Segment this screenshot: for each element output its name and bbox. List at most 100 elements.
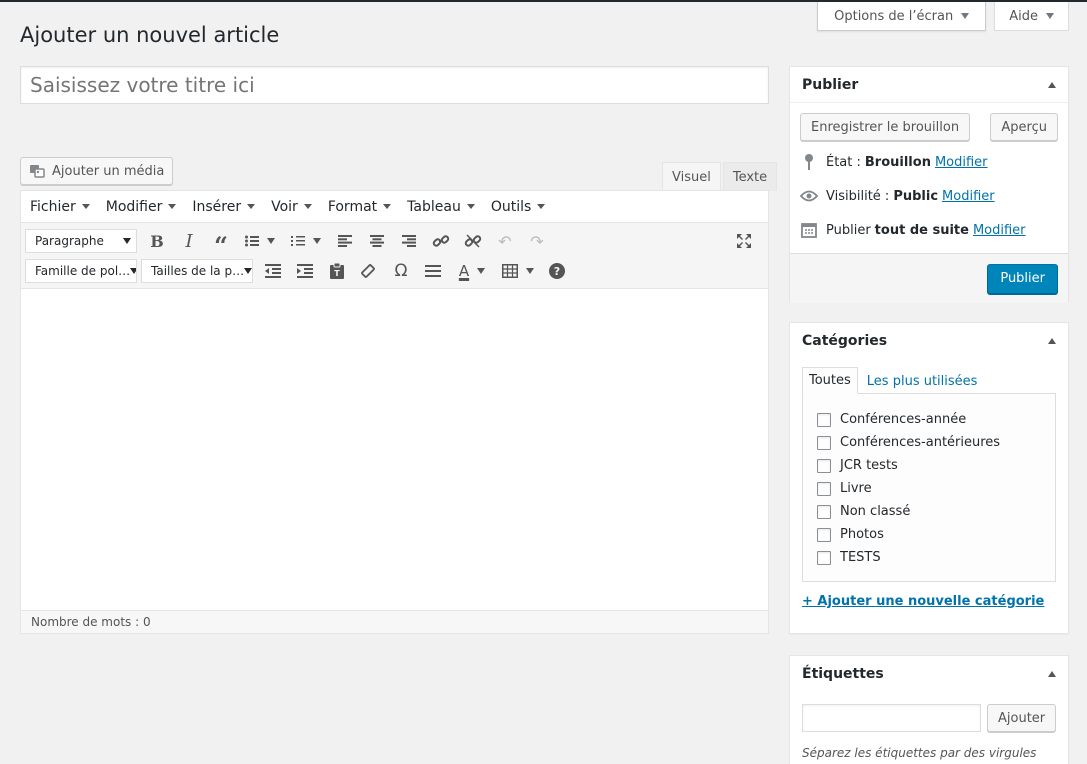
list-item[interactable]: Livre xyxy=(817,477,1055,500)
fullscreen-icon[interactable] xyxy=(728,227,760,255)
category-checkbox[interactable] xyxy=(817,527,831,542)
help-icon[interactable]: ? xyxy=(541,257,573,285)
indent-icon[interactable] xyxy=(289,257,321,285)
add-new-category-link[interactable]: + Ajouter une nouvelle catégorie xyxy=(790,582,1068,609)
chevron-down-icon xyxy=(526,268,534,274)
edit-visibility-link[interactable]: Modifier xyxy=(942,189,995,204)
link-icon[interactable] xyxy=(425,227,457,255)
numbered-list-icon[interactable] xyxy=(283,227,329,255)
tab-text[interactable]: Texte xyxy=(722,162,778,191)
redo-icon[interactable]: ↷ xyxy=(521,227,553,255)
clear-formatting-icon[interactable] xyxy=(353,257,385,285)
undo-icon[interactable]: ↶ xyxy=(489,227,521,255)
list-item[interactable]: Conférences-antérieures xyxy=(817,431,1055,454)
publish-box: Publier Enregistrer le brouillon Aperçu … xyxy=(789,66,1069,303)
align-right-icon[interactable] xyxy=(393,227,425,255)
help-button[interactable]: Aide xyxy=(994,2,1069,31)
add-media-button[interactable]: Ajouter un média xyxy=(20,157,174,185)
horizontal-line-icon[interactable] xyxy=(417,257,449,285)
align-left-icon[interactable] xyxy=(329,227,361,255)
chevron-down-icon xyxy=(244,268,252,274)
categories-box-header[interactable]: Catégories xyxy=(790,323,1068,359)
table-icon[interactable] xyxy=(495,257,541,285)
chevron-down-icon xyxy=(168,204,177,209)
save-draft-button[interactable]: Enregistrer le brouillon xyxy=(800,113,971,141)
list-item[interactable]: JCR tests xyxy=(817,454,1055,477)
format-select[interactable]: Paragraphe xyxy=(25,229,137,253)
category-label: TESTS xyxy=(840,550,881,565)
category-checkbox[interactable] xyxy=(817,550,831,565)
add-tag-button[interactable]: Ajouter xyxy=(987,704,1057,732)
tags-box: Étiquettes Ajouter Séparez les étiquette… xyxy=(789,655,1069,764)
post-title-input[interactable] xyxy=(20,66,769,104)
category-checkbox[interactable] xyxy=(817,458,831,473)
post-editor: Fichier Modifier Insérer Voir Format Tab… xyxy=(20,190,769,634)
category-tabs: Toutes Les plus utilisées xyxy=(790,359,1068,394)
new-tag-input[interactable] xyxy=(802,704,981,732)
status-label: État : xyxy=(826,154,861,170)
unlink-glyph xyxy=(464,234,482,248)
list-item[interactable]: Photos xyxy=(817,523,1055,546)
menu-view-label: Voir xyxy=(271,198,298,215)
collapse-arrow-icon[interactable] xyxy=(1048,671,1056,677)
category-checkbox[interactable] xyxy=(817,435,831,450)
list-item[interactable]: TESTS xyxy=(817,546,1055,569)
tab-popular-categories[interactable]: Les plus utilisées xyxy=(858,369,984,394)
post-status-row: État : Brouillon Modifier xyxy=(790,145,1068,179)
visibility-value: Public xyxy=(893,188,939,204)
chevron-down-icon xyxy=(303,204,312,209)
category-label: Photos xyxy=(840,527,884,542)
menu-file[interactable]: Fichier xyxy=(30,199,90,215)
category-checkbox[interactable] xyxy=(817,412,831,427)
list-item[interactable]: Conférences-année xyxy=(817,408,1055,431)
outdent-icon[interactable] xyxy=(257,257,289,285)
list-item[interactable]: Non classé xyxy=(817,500,1055,523)
text-color-icon[interactable]: A xyxy=(449,257,495,285)
publish-major-actions: Publier xyxy=(790,253,1068,303)
collapse-arrow-icon[interactable] xyxy=(1048,338,1056,344)
font-family-select[interactable]: Famille de pol… xyxy=(25,259,137,283)
menu-edit[interactable]: Modifier xyxy=(106,199,177,215)
category-checkbox[interactable] xyxy=(817,504,831,519)
align-center-icon[interactable] xyxy=(361,227,393,255)
horizontal-line-glyph xyxy=(425,265,441,277)
chevron-down-icon xyxy=(313,238,321,244)
special-character-icon[interactable]: Ω xyxy=(385,257,417,285)
add-media-label: Ajouter un média xyxy=(52,163,165,179)
eye-icon xyxy=(800,190,818,202)
visibility-row: Visibilité : Public Modifier xyxy=(790,179,1068,213)
publish-button[interactable]: Publier xyxy=(987,263,1058,294)
menu-file-label: Fichier xyxy=(30,198,76,215)
menu-insert[interactable]: Insérer xyxy=(192,199,256,215)
publish-box-header[interactable]: Publier xyxy=(790,67,1068,103)
menu-format[interactable]: Format xyxy=(328,199,392,215)
editor-content-area[interactable] xyxy=(21,289,768,610)
categories-box-title: Catégories xyxy=(802,333,888,349)
page-title: Ajouter un nouvel article xyxy=(20,23,280,47)
tab-all-categories[interactable]: Toutes xyxy=(802,367,858,394)
font-size-select[interactable]: Tailles de la p… xyxy=(141,259,253,283)
unlink-icon[interactable] xyxy=(457,227,489,255)
bullet-list-icon[interactable] xyxy=(237,227,283,255)
collapse-arrow-icon[interactable] xyxy=(1048,81,1056,88)
tag-hint: Séparez les étiquettes par des virgules xyxy=(802,746,1037,760)
tab-visual[interactable]: Visuel xyxy=(662,162,721,191)
blockquote-icon[interactable]: “ xyxy=(205,227,237,260)
chevron-down-icon xyxy=(123,238,131,244)
screen-options-button[interactable]: Options de l’écran xyxy=(817,2,987,31)
italic-icon[interactable]: I xyxy=(173,227,205,255)
text-color-glyph: A xyxy=(458,262,470,280)
chevron-down-icon xyxy=(383,204,392,209)
preview-button[interactable]: Aperçu xyxy=(990,113,1058,141)
menu-tools[interactable]: Outils xyxy=(491,199,546,215)
svg-text:?: ? xyxy=(554,265,560,278)
bold-icon[interactable]: B xyxy=(141,227,173,255)
menu-table[interactable]: Tableau xyxy=(407,199,475,215)
menu-view[interactable]: Voir xyxy=(271,199,312,215)
tags-box-header[interactable]: Étiquettes xyxy=(790,656,1068,692)
edit-status-link[interactable]: Modifier xyxy=(935,155,988,170)
edit-timestamp-link[interactable]: Modifier xyxy=(973,223,1026,238)
category-checkbox[interactable] xyxy=(817,481,831,496)
paste-text-icon[interactable]: T xyxy=(321,257,353,285)
category-label: Conférences-antérieures xyxy=(840,435,1001,450)
